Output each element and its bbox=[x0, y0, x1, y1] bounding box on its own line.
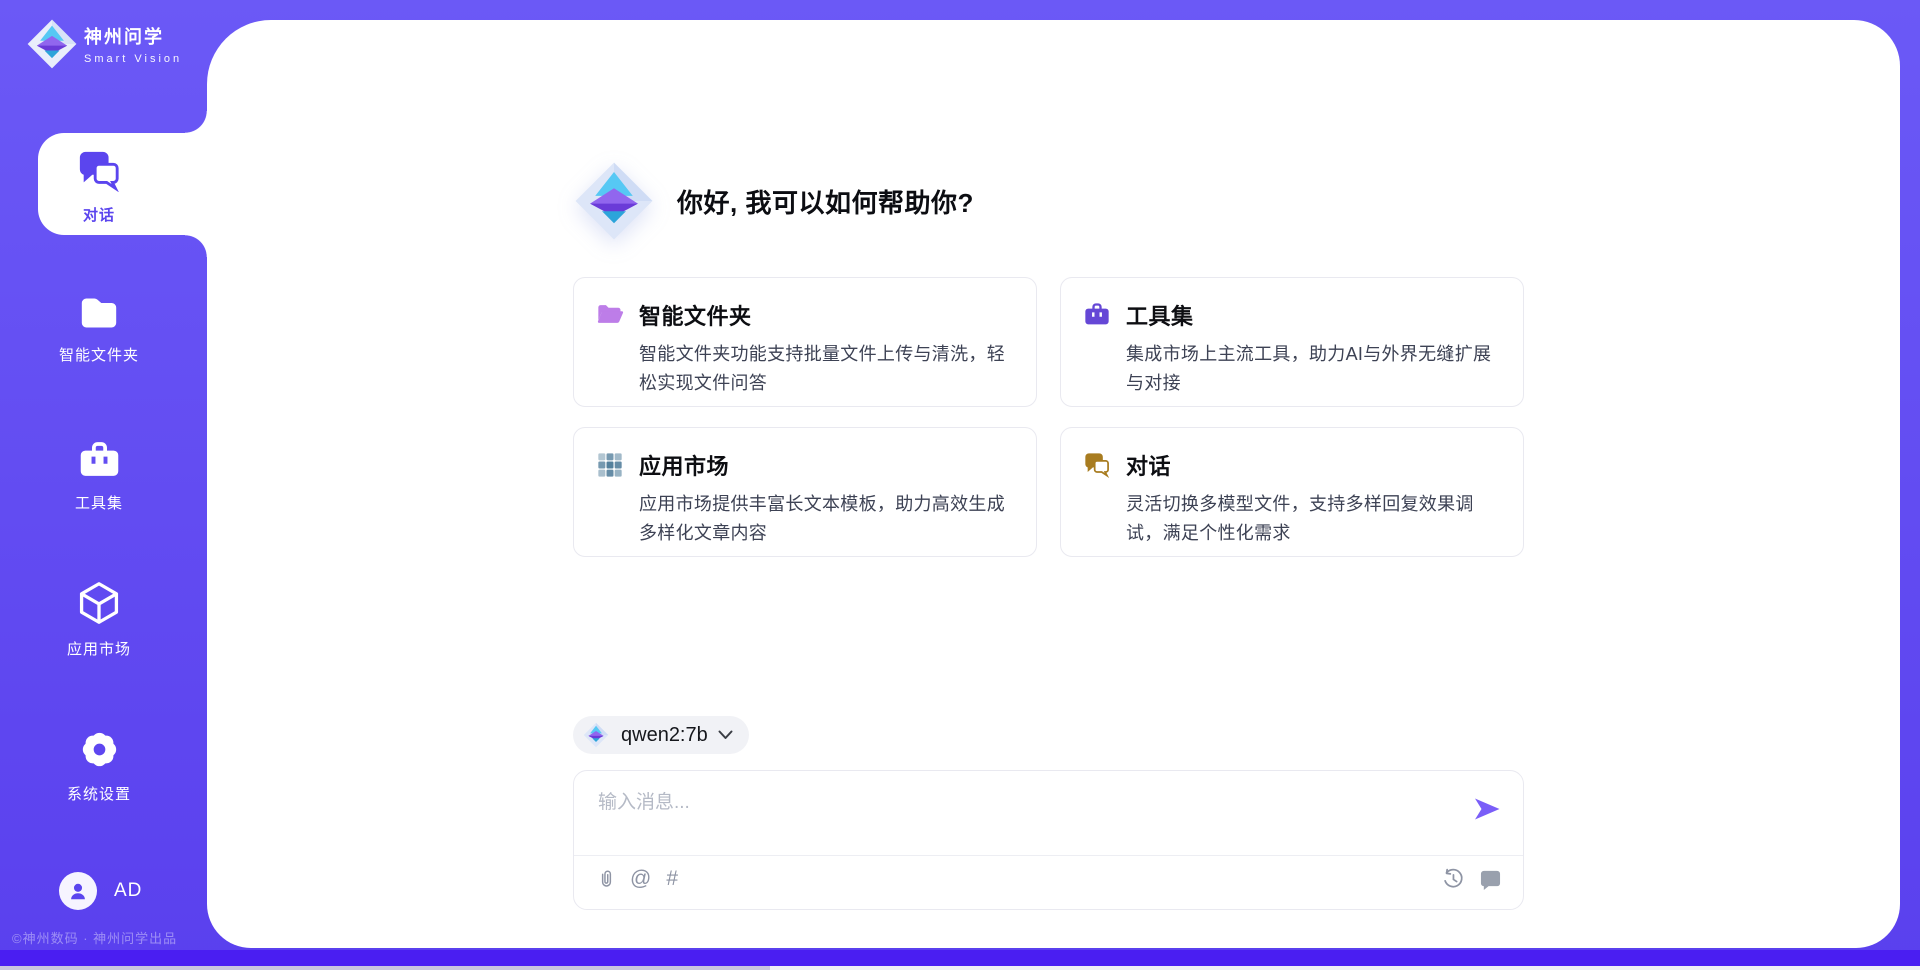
composer-divider bbox=[574, 855, 1523, 856]
card-description: 灵活切换多模型文件，支持多样回复效果调试，满足个性化需求 bbox=[1126, 490, 1503, 548]
mention-button[interactable]: @ bbox=[630, 868, 651, 890]
tab-fillet-bottom bbox=[185, 235, 207, 257]
greeting-text: 你好, 我可以如何帮助你? bbox=[677, 183, 974, 220]
sidebar-item-toolbox[interactable]: 工具集 bbox=[0, 438, 198, 513]
chat-bubbles-icon bbox=[76, 148, 122, 192]
card-title: 对话 bbox=[1126, 449, 1503, 481]
gear-icon bbox=[78, 728, 121, 771]
grid-icon bbox=[596, 451, 624, 479]
model-diamond-logo-icon bbox=[583, 722, 609, 748]
sidebar-item-label: 系统设置 bbox=[0, 783, 198, 804]
sidebar-item-label: 工具集 bbox=[0, 492, 198, 513]
card-smart-folder[interactable]: 智能文件夹 智能文件夹功能支持批量文件上传与清洗，轻松实现文件问答 bbox=[573, 277, 1037, 407]
sidebar-item-label: 应用市场 bbox=[0, 638, 198, 659]
message-input[interactable] bbox=[598, 787, 1448, 843]
user-profile[interactable]: AD bbox=[59, 872, 142, 910]
bottom-accent-bar bbox=[0, 950, 1920, 966]
sidebar: 神州问学 Smart Vision 对话 智能文件夹 工具集 应用市场 bbox=[0, 0, 207, 948]
sidebar-item-label: 对话 bbox=[0, 204, 198, 225]
card-app-market[interactable]: 应用市场 应用市场提供丰富长文本模板，助力高效生成多样化文章内容 bbox=[573, 427, 1037, 557]
brand-subtitle: Smart Vision bbox=[84, 53, 182, 65]
hash-icon: # bbox=[666, 868, 678, 890]
history-icon bbox=[1442, 868, 1464, 890]
scrollbar-thumb[interactable] bbox=[0, 966, 770, 970]
card-chat[interactable]: 对话 灵活切换多模型文件，支持多样回复效果调试，满足个性化需求 bbox=[1060, 427, 1524, 557]
folder-icon bbox=[77, 294, 121, 332]
mention-icon: @ bbox=[630, 868, 651, 890]
brand-diamond-logo-icon bbox=[26, 18, 78, 70]
quick-reply-icon bbox=[1480, 869, 1501, 890]
card-description: 智能文件夹功能支持批量文件上传与清洗，轻松实现文件问答 bbox=[639, 340, 1016, 398]
model-name: qwen2:7b bbox=[621, 724, 708, 747]
composer: @ # bbox=[573, 770, 1524, 910]
greeting-diamond-logo-icon bbox=[573, 160, 655, 242]
sidebar-item-settings[interactable]: 系统设置 bbox=[0, 728, 198, 804]
quick-reply-button[interactable] bbox=[1480, 869, 1501, 890]
brand-name: 神州问学 bbox=[84, 23, 182, 49]
avatar bbox=[59, 872, 97, 910]
card-toolbox[interactable]: 工具集 集成市场上主流工具，助力AI与外界无缝扩展与对接 bbox=[1060, 277, 1524, 407]
briefcase-icon bbox=[1083, 301, 1111, 327]
sidebar-item-chat[interactable]: 对话 bbox=[0, 148, 198, 225]
history-button[interactable] bbox=[1442, 868, 1464, 890]
sidebar-item-smart-folder[interactable]: 智能文件夹 bbox=[0, 294, 198, 365]
person-icon bbox=[67, 880, 89, 902]
copyright: ©神州数码 · 神州问学出品 bbox=[10, 928, 208, 947]
cube-icon bbox=[77, 580, 121, 626]
card-title: 智能文件夹 bbox=[639, 299, 1016, 331]
topic-button[interactable]: # bbox=[666, 868, 678, 890]
card-title: 应用市场 bbox=[639, 449, 1016, 481]
chevron-down-icon bbox=[718, 730, 733, 740]
composer-toolbar: @ # bbox=[598, 867, 1501, 891]
feature-cards: 智能文件夹 智能文件夹功能支持批量文件上传与清洗，轻松实现文件问答 工具集 集成… bbox=[573, 277, 1524, 557]
chat-bubbles-icon bbox=[1083, 451, 1111, 478]
model-selector[interactable]: qwen2:7b bbox=[573, 716, 749, 754]
card-title: 工具集 bbox=[1126, 299, 1503, 331]
briefcase-icon bbox=[77, 438, 122, 480]
greeting: 你好, 我可以如何帮助你? bbox=[573, 160, 974, 242]
folder-open-icon bbox=[596, 301, 624, 326]
sidebar-item-label: 智能文件夹 bbox=[0, 344, 198, 365]
horizontal-scrollbar[interactable] bbox=[0, 966, 1920, 970]
user-name: AD bbox=[114, 880, 142, 902]
card-description: 集成市场上主流工具，助力AI与外界无缝扩展与对接 bbox=[1126, 340, 1503, 398]
brand: 神州问学 Smart Vision bbox=[26, 18, 182, 70]
tab-fillet-top bbox=[185, 111, 207, 133]
paperclip-icon bbox=[598, 867, 615, 891]
send-icon[interactable] bbox=[1473, 797, 1501, 821]
sidebar-item-app-market[interactable]: 应用市场 bbox=[0, 580, 198, 659]
attach-file-button[interactable] bbox=[598, 867, 615, 891]
card-description: 应用市场提供丰富长文本模板，助力高效生成多样化文章内容 bbox=[639, 490, 1016, 548]
